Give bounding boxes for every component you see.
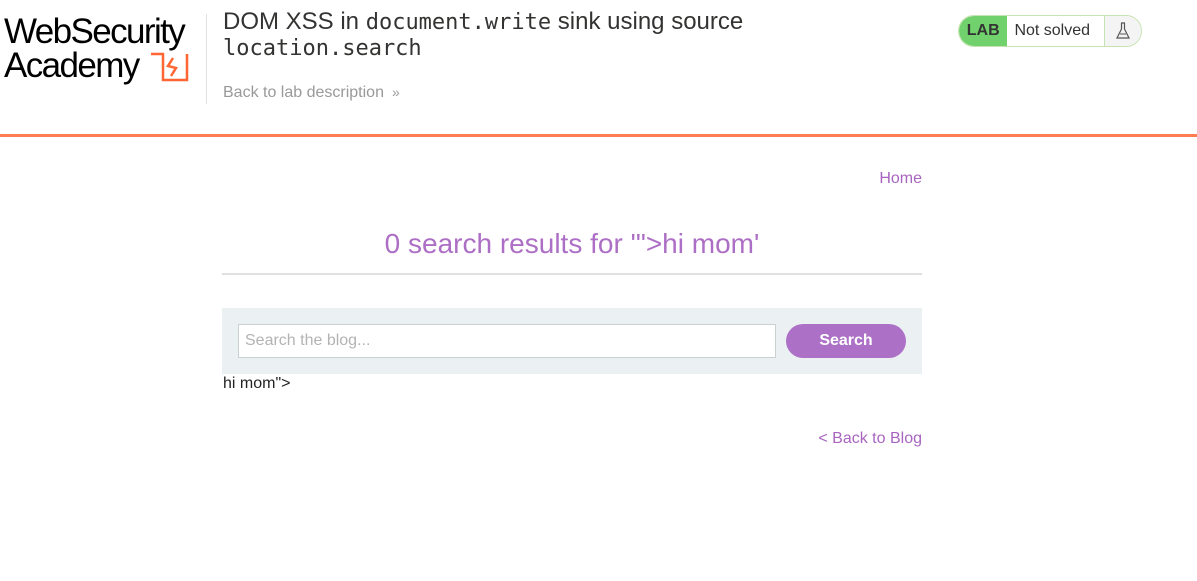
logo-line2: Academy: [4, 46, 140, 85]
logo-mark-icon: [151, 52, 189, 82]
title-code-sink: document.write: [365, 10, 552, 35]
back-to-blog-link[interactable]: < Back to Blog: [818, 430, 922, 448]
back-to-lab-description-link[interactable]: Back to lab description »: [223, 84, 400, 102]
logo-line1: WebSecurity: [4, 12, 186, 51]
header-orange-rule: [0, 134, 1197, 137]
search-button[interactable]: Search: [786, 324, 906, 358]
lab-status-badge: LAB Not solved: [958, 15, 1142, 47]
back-link-label: Back to lab description: [223, 84, 384, 101]
title-code-source: location.search: [223, 36, 422, 61]
document-write-output: hi mom">: [223, 375, 291, 392]
lab-title: DOM XSS in document.write sink using sou…: [223, 9, 923, 61]
header-divider: [206, 14, 207, 104]
lab-status-text: Not solved: [1014, 22, 1091, 39]
web-security-academy-logo[interactable]: WebSecurity Academy: [4, 14, 204, 86]
title-prefix: DOM XSS in: [223, 8, 366, 35]
search-results-heading: 0 search results for '">hi mom': [384, 228, 760, 259]
search-form: Search: [222, 308, 922, 374]
double-chevron-right-icon: »: [391, 84, 400, 100]
home-link[interactable]: Home: [879, 170, 922, 188]
flask-icon[interactable]: [1104, 16, 1141, 46]
search-input[interactable]: [238, 324, 776, 358]
heading-separator: [222, 273, 922, 275]
header: WebSecurity Academy DOM XSS in document.…: [0, 0, 1197, 137]
title-middle: sink using source: [551, 8, 744, 35]
lab-label: LAB: [959, 16, 1008, 46]
